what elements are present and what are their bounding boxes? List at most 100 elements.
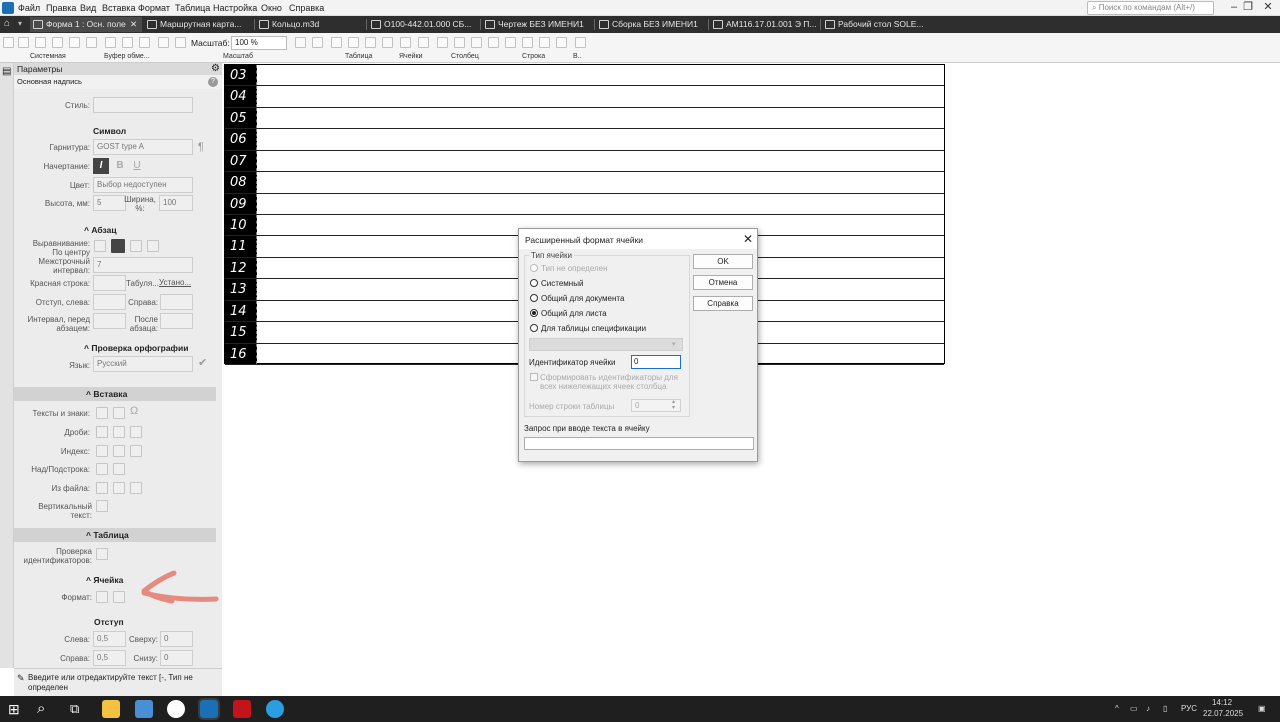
index-upper-icon[interactable] xyxy=(96,445,108,457)
space-after-field[interactable] xyxy=(160,313,193,329)
tab-am116[interactable]: АМ116.17.01.001 Э П... xyxy=(710,17,818,32)
command-search-input[interactable]: ⌕ Поиск по командам (Alt+/) xyxy=(1087,1,1214,15)
calculator-icon[interactable] xyxy=(135,700,153,718)
margin-right-field[interactable]: 0,5 xyxy=(93,650,126,666)
row-insert-below-icon[interactable] xyxy=(522,37,533,48)
row-number-cell[interactable]: 12 xyxy=(225,257,257,279)
insert-object-icon[interactable] xyxy=(130,482,142,494)
file-explorer-icon[interactable] xyxy=(102,700,120,718)
fraction-icon[interactable] xyxy=(96,426,108,438)
index-both-icon[interactable] xyxy=(130,445,142,457)
align-justify-icon[interactable] xyxy=(147,240,159,252)
dialog-close-icon[interactable]: ✕ xyxy=(741,232,755,246)
row-number-cell[interactable]: 16 xyxy=(225,343,257,364)
gear-icon[interactable]: ⚙ xyxy=(211,63,220,74)
radio-document-common-label[interactable]: Общий для документа xyxy=(541,294,624,303)
row-number-cell[interactable]: 11 xyxy=(225,236,257,257)
tab-assembly-untitled[interactable]: Сборка БЕЗ ИМЕНИ1 xyxy=(596,17,706,32)
language-field[interactable]: Русский xyxy=(93,356,193,372)
menu-insert[interactable]: Вставка xyxy=(102,3,135,13)
menu-help[interactable]: Справка xyxy=(289,3,324,13)
notifications-icon[interactable]: ▣ xyxy=(1258,704,1266,713)
cell-merge-icon[interactable] xyxy=(331,37,342,48)
row-number-cell[interactable]: 14 xyxy=(225,300,257,322)
row-number-cell[interactable]: 15 xyxy=(225,322,257,343)
row-number-cell[interactable]: 07 xyxy=(225,150,257,172)
row-insert-above-icon[interactable] xyxy=(505,37,516,48)
parameters-panel-icon[interactable]: ▤ xyxy=(2,66,11,77)
cell-border-icon[interactable] xyxy=(382,37,393,48)
table-row[interactable]: 07 xyxy=(225,150,944,173)
help-icon[interactable]: ? xyxy=(208,77,218,87)
new-document-icon[interactable] xyxy=(3,37,14,48)
row-number-cell[interactable]: 10 xyxy=(225,215,257,236)
fraction-small-icon[interactable] xyxy=(113,426,125,438)
cell-format-icon[interactable] xyxy=(365,37,376,48)
column-width-icon[interactable] xyxy=(488,37,499,48)
telegram-icon[interactable] xyxy=(266,700,284,718)
radio-spec-table[interactable] xyxy=(530,324,538,332)
menu-window[interactable]: Окно xyxy=(261,3,282,13)
row-delete-icon[interactable] xyxy=(539,37,550,48)
row-height-icon[interactable] xyxy=(556,37,567,48)
space-before-field[interactable] xyxy=(93,313,126,329)
underline-text-icon[interactable] xyxy=(113,463,125,475)
network-icon[interactable]: ▭ xyxy=(1130,704,1138,713)
open-icon[interactable] xyxy=(18,37,29,48)
row-number-cell[interactable]: 04 xyxy=(225,86,257,107)
cell-split-icon[interactable] xyxy=(348,37,359,48)
align-right-icon[interactable] xyxy=(130,240,142,252)
table-row[interactable]: 09 xyxy=(225,193,944,215)
fraction-large-icon[interactable] xyxy=(130,426,142,438)
chevron-down-icon[interactable]: ▾ xyxy=(18,19,22,28)
table-row[interactable]: 04 xyxy=(225,86,944,108)
zoom-in-icon[interactable] xyxy=(158,37,169,48)
cancel-button[interactable]: Отмена xyxy=(693,275,753,290)
index-lower-icon[interactable] xyxy=(113,445,125,457)
task-view-icon[interactable]: ⧉ xyxy=(70,701,79,717)
kompas-icon[interactable] xyxy=(198,698,220,720)
volume-icon[interactable]: ♪ xyxy=(1146,704,1150,713)
special-symbols-icon[interactable] xyxy=(113,407,125,419)
tab-close-icon[interactable]: ✕ xyxy=(130,17,137,32)
menu-edit[interactable]: Правка xyxy=(46,3,76,13)
overline-icon[interactable] xyxy=(96,463,108,475)
table-row[interactable]: 06 xyxy=(225,129,944,151)
menu-format[interactable]: Формат xyxy=(138,3,170,13)
radio-system-label[interactable]: Системный xyxy=(541,279,583,288)
column-insert-right-icon[interactable] xyxy=(454,37,465,48)
table-grid-icon[interactable] xyxy=(312,37,323,48)
omega-icon[interactable]: Ω xyxy=(130,405,138,417)
zoom-out-icon[interactable] xyxy=(175,37,186,48)
pilcrow-icon[interactable]: ¶ xyxy=(198,141,204,153)
align-left-icon[interactable] xyxy=(94,240,106,252)
table-row[interactable]: 03 xyxy=(225,65,944,87)
row-number-cell[interactable]: 13 xyxy=(225,279,257,300)
pdf-reader-icon[interactable] xyxy=(233,700,251,718)
row-number-cell[interactable]: 05 xyxy=(225,107,257,129)
menu-settings[interactable]: Настройка xyxy=(213,3,257,13)
table-row[interactable]: 08 xyxy=(225,172,944,194)
paste-icon[interactable] xyxy=(139,37,150,48)
cut-icon[interactable] xyxy=(105,37,116,48)
radio-sheet-common-label[interactable]: Общий для листа xyxy=(541,309,607,318)
radio-sheet-common[interactable] xyxy=(530,309,538,317)
tab-form1[interactable]: Форма 1 : Осн. поле ✕ xyxy=(30,17,142,32)
line-spacing-field[interactable]: 7 xyxy=(93,257,193,273)
redo-icon[interactable] xyxy=(86,37,97,48)
search-icon[interactable]: ⌕ xyxy=(37,700,45,717)
chevron-up-icon[interactable]: ^ xyxy=(1115,704,1119,713)
radio-system[interactable] xyxy=(530,279,538,287)
margin-bottom-field[interactable]: 0 xyxy=(160,650,193,666)
query-input[interactable] xyxy=(524,437,754,450)
row-number-cell[interactable]: 06 xyxy=(225,129,257,150)
tab-ring-m3d[interactable]: Кольцо.m3d xyxy=(256,17,364,32)
save-icon[interactable] xyxy=(35,37,46,48)
ok-button[interactable]: OK xyxy=(693,254,753,269)
align-center-icon[interactable] xyxy=(111,239,125,253)
app-logo-icon[interactable] xyxy=(2,2,14,14)
yandex-browser-icon[interactable] xyxy=(167,700,185,718)
margin-top-field[interactable]: 0 xyxy=(160,631,193,647)
row-number-cell[interactable]: 03 xyxy=(225,65,257,86)
radio-document-common[interactable] xyxy=(530,294,538,302)
